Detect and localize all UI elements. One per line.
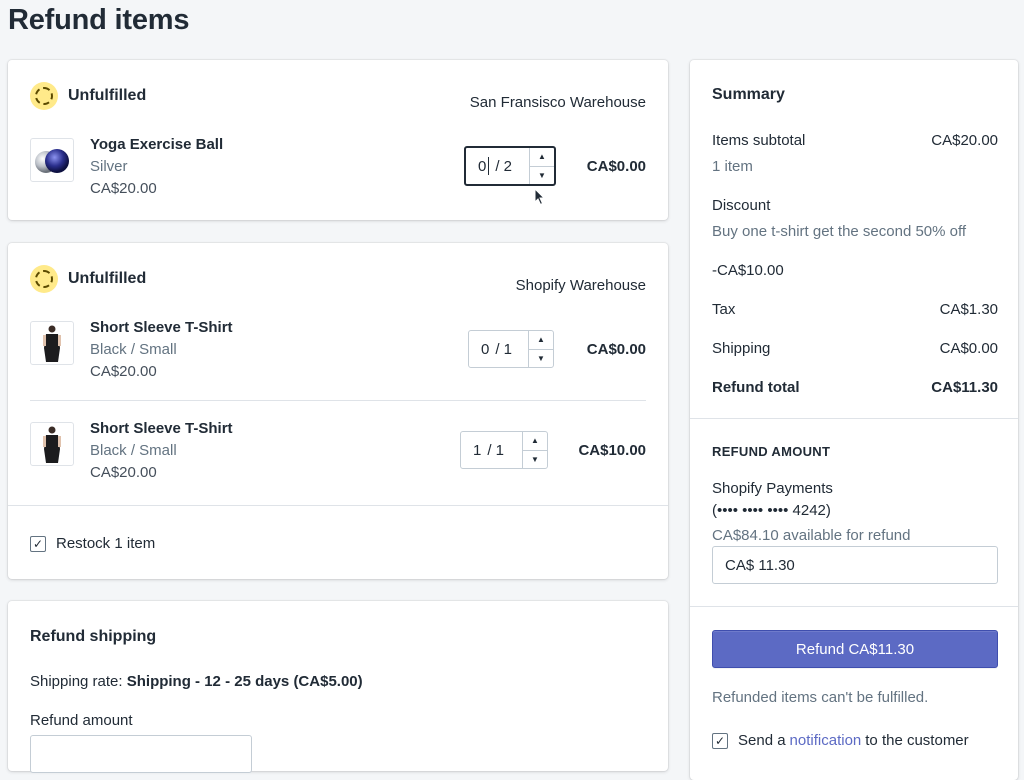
item-variant: Black / Small — [90, 341, 177, 358]
items-subtotal-value: CA$20.00 — [931, 132, 998, 149]
item-name: Yoga Exercise Ball — [90, 136, 224, 153]
status-label: Unfulfilled — [68, 87, 147, 104]
quantity-input[interactable]: 1 — [461, 442, 481, 459]
item-price: CA$20.00 — [90, 180, 157, 197]
items-count: 1 item — [712, 158, 753, 175]
summary-card: Summary Items subtotal CA$20.00 1 item D… — [690, 60, 1018, 780]
restock-checkbox[interactable]: ✓ — [30, 535, 46, 552]
refund-total-label: Refund total — [712, 379, 800, 396]
tax-value: CA$1.30 — [939, 301, 998, 318]
decrement-icon[interactable]: ▼ — [523, 451, 547, 469]
shipping-refund-amount-input[interactable] — [30, 735, 252, 773]
payment-method: Shopify Payments — [712, 480, 833, 497]
line-item: Short Sleeve T-Shirt Black / Small CA$20… — [30, 420, 646, 490]
tax-row: Tax CA$1.30 — [712, 301, 998, 318]
items-subtotal-label: Items subtotal — [712, 132, 806, 149]
refund-amount-heading: REFUND AMOUNT — [712, 444, 831, 459]
ball-image-icon — [30, 138, 74, 182]
stepper-controls: ▲ ▼ — [529, 148, 554, 184]
shipping-rate: Shipping rate: Shipping - 12 - 25 days (… — [30, 673, 363, 690]
decrement-icon[interactable]: ▼ — [529, 350, 553, 368]
shipping-row: Shipping CA$0.00 — [712, 340, 998, 357]
line-total: CA$10.00 — [578, 442, 646, 459]
status-label: Unfulfilled — [68, 270, 147, 287]
item-variant: Silver — [90, 158, 128, 175]
discount-value: -CA$10.00 — [712, 262, 784, 279]
discount-row: Discount — [712, 197, 998, 214]
line-item: Yoga Exercise Ball Silver CA$20.00 0 / 2… — [30, 136, 646, 206]
tshirt-image-icon — [30, 321, 74, 365]
location-label: Shopify Warehouse — [515, 277, 646, 294]
fulfillment-status: Unfulfilled — [30, 265, 146, 293]
tax-label: Tax — [712, 301, 736, 318]
section-divider — [690, 418, 1018, 419]
item-price: CA$20.00 — [90, 464, 157, 481]
line-item: Short Sleeve T-Shirt Black / Small CA$20… — [30, 319, 646, 389]
quantity-input[interactable]: 0 — [466, 158, 486, 175]
shipping-rate-label: Shipping rate: — [30, 673, 127, 690]
notify-checkbox[interactable]: ✓ — [712, 732, 728, 749]
decrement-icon[interactable]: ▼ — [530, 167, 554, 185]
line-total: CA$0.00 — [586, 341, 646, 358]
refund-shipping-card: Refund shipping Shipping rate: Shipping … — [8, 601, 668, 773]
quantity-max: / 1 — [495, 340, 513, 358]
tshirt-image-icon — [30, 422, 74, 466]
quantity-stepper[interactable]: 0 / 1 ▲ ▼ — [468, 330, 554, 368]
item-variant: Black / Small — [90, 442, 177, 459]
discount-label: Discount — [712, 197, 771, 214]
summary-heading: Summary — [712, 86, 785, 103]
increment-icon[interactable]: ▲ — [530, 148, 554, 167]
refund-total-row: Refund total CA$11.30 — [712, 379, 998, 396]
restock-label: Restock 1 item — [56, 535, 156, 552]
item-name: Short Sleeve T-Shirt — [90, 319, 233, 336]
item-divider — [30, 400, 646, 401]
mouse-cursor-icon — [534, 188, 546, 206]
refund-notice: Refunded items can't be fulfilled. — [712, 689, 929, 706]
text-caret — [488, 157, 490, 175]
quantity-stepper[interactable]: 0 / 2 ▲ ▼ — [464, 146, 556, 186]
available-for-refund: CA$84.10 available for refund — [712, 527, 911, 544]
fulfillment-status: Unfulfilled — [30, 82, 146, 110]
location-label: San Fransisco Warehouse — [469, 94, 646, 111]
card-mask: (•••• •••• •••• 4242) — [712, 502, 831, 519]
items-subtotal-row: Items subtotal CA$20.00 — [712, 132, 998, 149]
refund-amount-label: Refund amount — [30, 712, 133, 729]
unfulfilled-status-icon — [30, 82, 58, 110]
increment-icon[interactable]: ▲ — [529, 331, 553, 350]
stepper-controls: ▲ ▼ — [528, 331, 553, 367]
refund-amount-input[interactable]: CA$ 11.30 — [712, 546, 998, 584]
refund-shipping-heading: Refund shipping — [30, 628, 157, 645]
shipping-value: CA$0.00 — [939, 340, 998, 357]
shipping-label: Shipping — [712, 340, 771, 357]
discount-description: Buy one t-shirt get the second 50% off — [712, 223, 967, 240]
unfulfilled-status-icon — [30, 265, 58, 293]
restock-checkbox-row[interactable]: ✓ Restock 1 item — [30, 535, 155, 552]
quantity-input[interactable]: 0 — [469, 341, 489, 358]
refund-total-value: CA$11.30 — [931, 379, 998, 396]
item-name: Short Sleeve T-Shirt — [90, 420, 233, 437]
page-title: Refund items — [8, 4, 190, 36]
fulfillment-card-shopify-warehouse: Unfulfilled Shopify Warehouse Short Slee… — [8, 243, 668, 579]
increment-icon[interactable]: ▲ — [523, 432, 547, 451]
quantity-max: / 2 — [495, 157, 513, 175]
quantity-max: / 1 — [487, 441, 505, 459]
stepper-controls: ▲ ▼ — [522, 432, 547, 468]
item-price: CA$20.00 — [90, 363, 157, 380]
fulfillment-card-san-fransisco: Unfulfilled San Fransisco Warehouse Yoga… — [8, 60, 668, 220]
notify-customer-row[interactable]: ✓ Send a notification to the customer — [712, 732, 969, 749]
quantity-stepper[interactable]: 1 / 1 ▲ ▼ — [460, 431, 548, 469]
shipping-rate-value: Shipping - 12 - 25 days (CA$5.00) — [126, 673, 363, 690]
section-divider — [8, 505, 668, 506]
line-total: CA$0.00 — [586, 158, 646, 175]
notify-suffix: to the customer — [865, 732, 969, 749]
section-divider — [690, 606, 1018, 607]
refund-button[interactable]: Refund CA$11.30 — [712, 630, 998, 668]
notification-link[interactable]: notification — [790, 732, 862, 749]
notify-prefix: Send a — [738, 732, 786, 749]
